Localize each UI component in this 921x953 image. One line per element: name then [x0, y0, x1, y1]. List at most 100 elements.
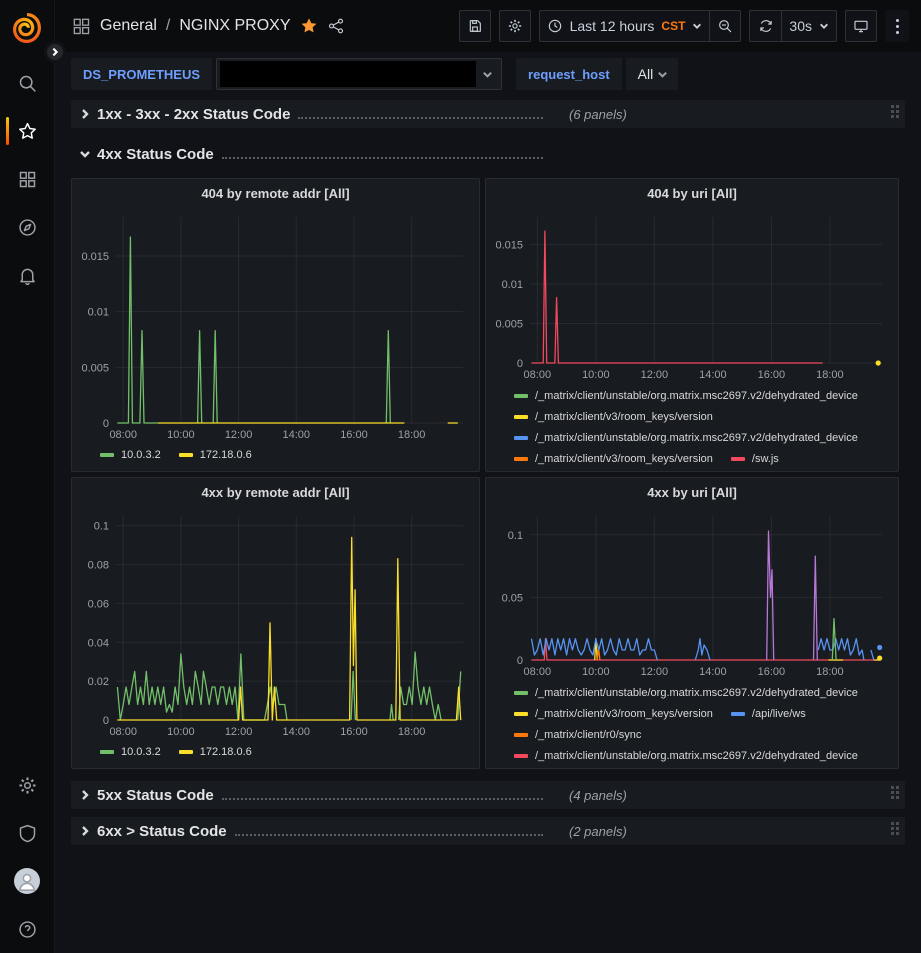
legend-label: 172.18.0.6 [200, 449, 252, 461]
legend-swatch [731, 457, 745, 461]
chart-axis-labels: 08:0010:0012:0014:0016:0018:0000.050.1 [502, 530, 844, 678]
sidebar-item-starred[interactable] [0, 107, 55, 155]
row-drag-handle[interactable] [891, 822, 899, 835]
legend-swatch [731, 712, 745, 716]
svg-text:0.015: 0.015 [495, 240, 523, 252]
row-title[interactable]: 4xx Status Code [97, 146, 214, 163]
star-icon [17, 121, 38, 142]
panel-4xx-by-uri-all: 4xx by uri [All]08:0010:0012:0014:0016:0… [485, 477, 899, 769]
svg-text:0.08: 0.08 [88, 560, 109, 572]
svg-text:12:00: 12:00 [641, 666, 669, 678]
legend-item[interactable]: /_matrix/client/unstable/org.matrix.msc2… [514, 745, 858, 766]
chart-axis-labels: 08:0010:0012:0014:0016:0018:0000.0050.01… [495, 240, 843, 381]
favorite-star-icon[interactable] [300, 17, 318, 35]
series-end-dot [877, 656, 882, 661]
legend-item[interactable]: 172.18.0.6 [179, 742, 252, 763]
row-title[interactable]: 6xx > Status Code [97, 823, 227, 840]
chart-gridlines [530, 217, 882, 363]
panel-title[interactable]: 404 by remote addr [All] [72, 179, 479, 207]
chart-canvas[interactable]: 08:0010:0012:0014:0016:0018:0000.050.1 [486, 506, 896, 680]
row-drag-handle[interactable] [891, 786, 899, 799]
chart-canvas[interactable]: 08:0010:0012:0014:0016:0018:0000.0050.01… [486, 207, 896, 383]
legend-item[interactable]: /_matrix/client/unstable/org.matrix.msc2… [514, 385, 858, 406]
legend-item[interactable]: /_matrix/client/v3/room_keys/version [514, 703, 713, 724]
chevron-right-icon [79, 108, 91, 120]
row-title[interactable]: 5xx Status Code [97, 787, 214, 804]
search-icon [17, 73, 38, 94]
chevron-down-icon [657, 69, 668, 80]
sidebar-item-search[interactable] [0, 59, 55, 107]
legend-label: /_matrix/client/r0/sync [535, 729, 641, 741]
legend-swatch [514, 394, 528, 398]
time-range-picker[interactable]: Last 12 hours CST [539, 10, 710, 42]
svg-text:0.02: 0.02 [88, 676, 109, 688]
more-options-button[interactable] [885, 10, 909, 42]
zoom-out-button[interactable] [709, 10, 741, 42]
grafana-logo-icon[interactable] [10, 11, 44, 45]
row-drag-handle[interactable] [891, 105, 899, 118]
sidebar-item-configuration[interactable] [0, 761, 55, 809]
legend-item[interactable]: 10.0.3.2 [100, 742, 161, 763]
time-range-label: Last 12 hours [570, 18, 655, 34]
sidebar-item-explore[interactable] [0, 203, 55, 251]
row-6xx[interactable]: 6xx > Status Code (2 panels) [71, 817, 905, 845]
legend-item[interactable]: /_matrix/client/v3/room_keys/version [514, 448, 713, 469]
sidebar-expand-button[interactable] [44, 41, 66, 63]
sidebar-item-dashboards[interactable] [0, 155, 55, 203]
legend-item[interactable]: /_matrix/client/unstable/org.matrix.msc2… [514, 682, 858, 703]
svg-text:10:00: 10:00 [167, 429, 195, 441]
row-title[interactable]: 1xx - 3xx - 2xx Status Code [97, 106, 290, 123]
save-dashboard-button[interactable] [459, 10, 491, 42]
legend-item[interactable]: /sw.js [731, 448, 779, 469]
svg-text:08:00: 08:00 [524, 369, 552, 381]
svg-text:14:00: 14:00 [283, 726, 311, 738]
sidebar-item-server-admin[interactable] [0, 809, 55, 857]
variable-label: DS_PROMETHEUS [71, 58, 212, 90]
sidebar-item-alerting[interactable] [0, 251, 55, 299]
svg-text:14:00: 14:00 [283, 429, 311, 441]
row-5xx[interactable]: 5xx Status Code (4 panels) [71, 781, 905, 809]
svg-text:16:00: 16:00 [340, 726, 368, 738]
legend-item[interactable]: /_matrix/client/unstable/org.matrix.msc2… [514, 427, 858, 448]
series-end-dot [877, 645, 882, 650]
panel-title[interactable]: 4xx by remote addr [All] [72, 478, 479, 506]
refresh-interval-picker[interactable]: 30s [781, 10, 837, 42]
chevron-right-icon [79, 825, 91, 837]
row-1xx-3xx-2xx[interactable]: 1xx - 3xx - 2xx Status Code (6 panels) [71, 100, 905, 128]
variables-bar: DS_PROMETHEUS request_host All [55, 52, 921, 96]
datasource-select[interactable] [216, 58, 502, 90]
share-icon[interactable] [327, 17, 345, 35]
sidebar-item-help[interactable] [0, 905, 55, 953]
row-dotted-leader [222, 147, 543, 159]
legend-item[interactable]: /api/live/ws [731, 703, 806, 724]
legend-label: 172.18.0.6 [200, 746, 252, 758]
legend-item[interactable]: /_matrix/client/v3/room_keys/version [514, 406, 713, 427]
svg-text:14:00: 14:00 [699, 666, 727, 678]
page-title[interactable]: NGINX PROXY [179, 17, 290, 35]
legend-label: /_matrix/client/unstable/org.matrix.msc2… [535, 390, 858, 402]
legend-item[interactable]: 10.0.3.2 [100, 445, 161, 466]
chart-canvas[interactable]: 08:0010:0012:0014:0016:0018:0000.0050.01… [72, 207, 477, 443]
panel-title[interactable]: 404 by uri [All] [486, 179, 898, 207]
row-dotted-leader [235, 824, 543, 836]
sidebar-item-profile[interactable] [0, 857, 55, 905]
panel-4xx-by-remote-addr-all: 4xx by remote addr [All]08:0010:0012:001… [71, 477, 480, 769]
tv-mode-button[interactable] [845, 10, 877, 42]
legend-swatch [514, 691, 528, 695]
legend-label: /_matrix/client/v3/room_keys/version [535, 708, 713, 720]
chart-canvas[interactable]: 08:0010:0012:0014:0016:0018:0000.020.040… [72, 506, 477, 740]
breadcrumb-folder[interactable]: General [100, 17, 157, 35]
dashboard-settings-button[interactable] [499, 10, 531, 42]
refresh-button[interactable] [749, 10, 781, 42]
request-host-value: All [638, 66, 654, 82]
panel-legend: /_matrix/client/unstable/org.matrix.msc2… [486, 680, 898, 766]
panel-title[interactable]: 4xx by uri [All] [486, 478, 898, 506]
legend-item[interactable]: /_matrix/client/r0/sync [514, 724, 641, 745]
dashboards-grid-icon [17, 169, 38, 190]
request-host-select[interactable]: All [626, 58, 679, 90]
chevron-down-icon [692, 21, 702, 31]
svg-text:0.1: 0.1 [508, 530, 523, 542]
row-4xx[interactable]: 4xx Status Code [71, 140, 905, 168]
legend-item[interactable]: 172.18.0.6 [179, 445, 252, 466]
svg-text:0.1: 0.1 [94, 521, 109, 533]
